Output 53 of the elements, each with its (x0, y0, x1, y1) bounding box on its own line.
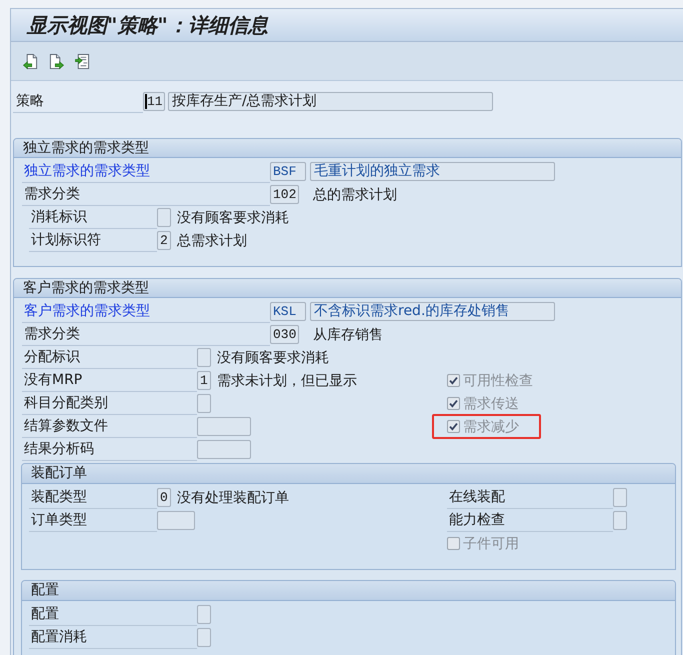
indicator-field[interactable] (197, 348, 211, 367)
indicator-field[interactable] (197, 628, 211, 647)
indicator-field[interactable]: 2 (157, 231, 171, 250)
description-field[interactable]: 不含标识需求red.的库存处销售 (310, 302, 555, 321)
field-label: 需求分类 (22, 323, 270, 346)
indicator-field[interactable] (157, 208, 171, 227)
input-field[interactable] (197, 440, 251, 459)
indicator-field[interactable]: 1 (197, 371, 211, 390)
code-field[interactable]: 030 (270, 325, 299, 344)
field-label: 能力检查 (447, 509, 613, 532)
window-title: 显示视图"策略"：详细信息 (27, 12, 268, 38)
code-field[interactable]: 11 (143, 92, 165, 111)
code-field[interactable]: KSL (270, 302, 306, 321)
field-label: 分配标识 (22, 346, 197, 369)
field-label: 需求分类 (22, 183, 270, 206)
checkbox-label: 可用性检查 (463, 372, 533, 390)
description-field[interactable]: 按库存生产/总需求计划 (168, 92, 493, 111)
field-text: 总的需求计划 (313, 186, 397, 204)
section-header: 客户需求的需求类型 (14, 279, 681, 298)
indicator-field[interactable]: 0 (157, 488, 171, 507)
page-left-arrow-icon[interactable] (23, 52, 38, 70)
field-label: 配置 (29, 603, 197, 626)
field-text: 没有顾客要求消耗 (217, 348, 329, 366)
field-text: 从库存销售 (313, 326, 383, 344)
indicator-field[interactable] (197, 394, 211, 413)
page-arrow-list-icon[interactable] (75, 52, 90, 70)
field-label: 配置消耗 (29, 626, 197, 649)
indicator-field[interactable] (613, 488, 627, 507)
input-field[interactable] (197, 417, 251, 436)
field-label: 结果分析码 (22, 438, 197, 461)
field-text: 没有处理装配订单 (177, 488, 289, 506)
field-text: 需求未计划，但已显示 (217, 372, 357, 390)
field-label: 在线装配 (447, 486, 613, 509)
field-label: 科目分配类别 (22, 392, 197, 415)
page-right-arrow-icon[interactable] (49, 52, 64, 70)
field-label: 客户需求的需求类型 (22, 300, 270, 323)
section-header: 独立需求的需求类型 (14, 139, 681, 158)
section-header: 配置 (22, 581, 675, 601)
field-label: 没有MRP (22, 369, 197, 392)
description-field[interactable]: 毛重计划的独立需求 (310, 162, 555, 181)
field-label: 独立需求的需求类型 (22, 160, 270, 183)
indicator-field[interactable] (197, 605, 211, 624)
checkbox-label: 需求传送 (463, 394, 519, 412)
field-text: 没有顾客要求消耗 (177, 208, 289, 226)
section-header: 装配订单 (22, 464, 675, 484)
code-field[interactable]: BSF (270, 162, 306, 181)
indicator-field[interactable] (613, 511, 627, 530)
field-label: 结算参数文件 (22, 415, 197, 438)
checkbox-label: 需求减少 (463, 418, 519, 436)
checkbox-label: 子件可用 (463, 534, 519, 552)
code-field[interactable]: 102 (270, 185, 299, 204)
field-text: 总需求计划 (177, 232, 247, 250)
input-field[interactable] (157, 511, 195, 530)
